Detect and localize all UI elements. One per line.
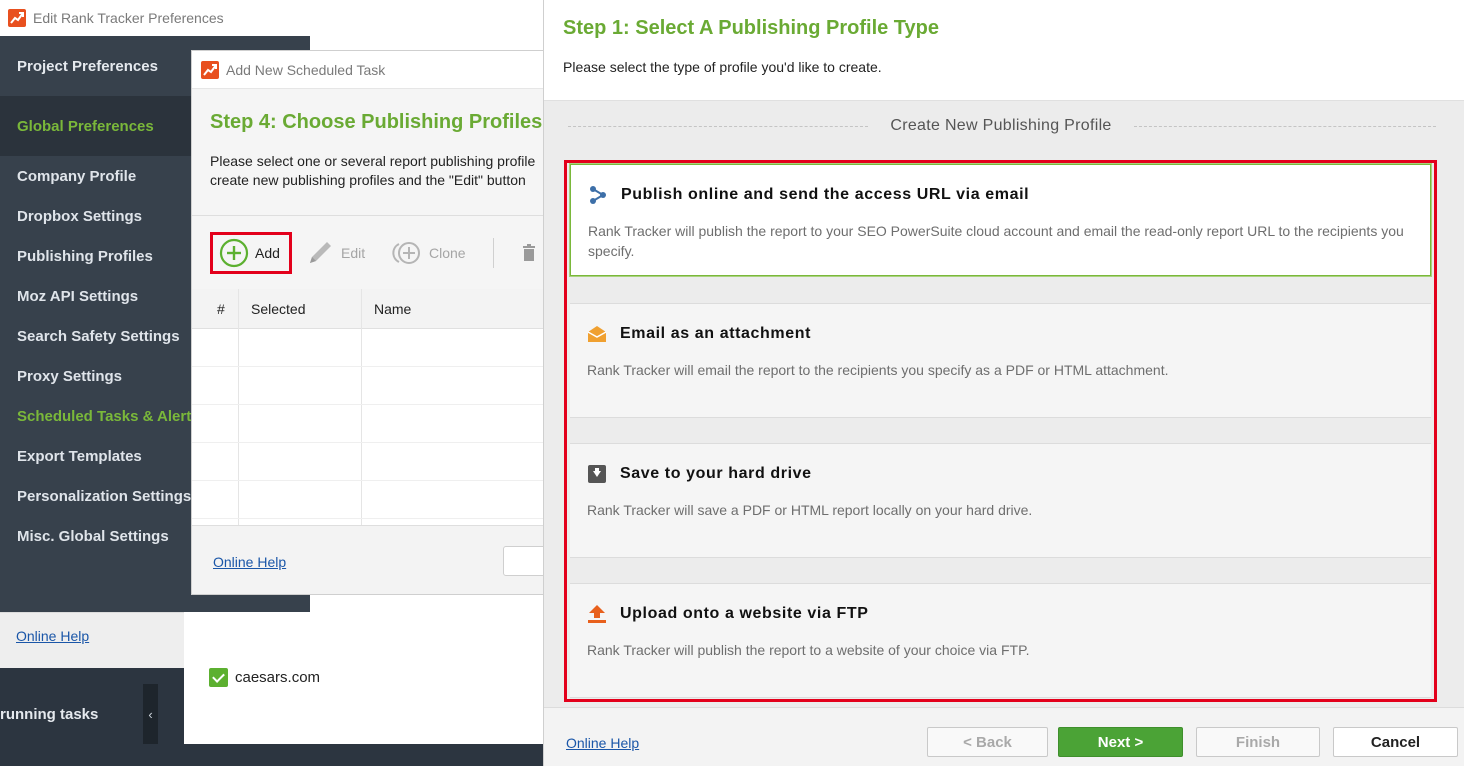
cancel-button[interactable]: Cancel (1333, 727, 1458, 757)
next-button[interactable]: Next > (1058, 727, 1183, 757)
column-header-selected[interactable]: Selected (251, 289, 305, 329)
delete-profile-button[interactable] (522, 244, 536, 267)
task-footer-button[interactable] (503, 546, 544, 576)
profiles-toolbar: Add Edit Clone (192, 215, 544, 289)
task-dialog-title: Add New Scheduled Task (226, 61, 386, 78)
share-icon (590, 186, 606, 204)
row-divider (192, 366, 544, 367)
domain-label: caesars.com (235, 669, 321, 686)
add-button-label: Add (255, 245, 280, 261)
column-header-number[interactable]: # (217, 289, 225, 329)
option-title: Upload onto a website via FTP (620, 605, 869, 622)
task-description-line: Please select one or several report publ… (210, 153, 536, 169)
add-profile-button[interactable]: Add (219, 238, 280, 268)
task-description-line: create new publishing profiles and the "… (210, 172, 526, 188)
profile-step-description: Please select the type of profile you'd … (563, 59, 882, 75)
publishing-profile-type-dialog: Step 1: Select A Publishing Profile Type… (543, 0, 1464, 766)
edit-button-label: Edit (341, 245, 366, 261)
running-tasks-label: running tasks (0, 706, 99, 723)
option-publish-online[interactable]: Publish online and send the access URL v… (570, 164, 1431, 276)
option-save-hard-drive[interactable]: Save to your hard drive Rank Tracker wil… (570, 443, 1431, 558)
option-title: Save to your hard drive (620, 465, 812, 482)
option-description: Rank Tracker will email the report to th… (587, 362, 1169, 378)
checkbox-checked-icon[interactable] (209, 668, 228, 687)
row-divider (192, 480, 544, 481)
back-button[interactable]: < Back (927, 727, 1048, 757)
profile-online-help-link[interactable]: Online Help (566, 735, 639, 751)
task-step-description: Please select one or several report publ… (210, 152, 544, 190)
list-item[interactable]: caesars.com (209, 668, 320, 687)
clone-profile-button[interactable]: Clone (391, 238, 466, 268)
profile-dialog-header: Step 1: Select A Publishing Profile Type… (544, 0, 1464, 101)
option-description: Rank Tracker will publish the report to … (588, 223, 1404, 259)
trash-icon (523, 244, 535, 261)
option-title: Email as an attachment (620, 325, 812, 342)
option-upload-ftp[interactable]: Upload onto a website via FTP Rank Track… (570, 583, 1431, 698)
envelope-icon (587, 326, 607, 342)
toolbar-divider (493, 238, 494, 268)
rank-tracker-logo-icon (8, 9, 26, 27)
preferences-window-title: Edit Rank Tracker Preferences (33, 10, 224, 26)
preferences-online-help-link[interactable]: Online Help (16, 628, 89, 644)
finish-button[interactable]: Finish (1196, 727, 1320, 757)
column-divider (361, 289, 362, 525)
section-divider: Create New Publishing Profile (544, 117, 1464, 137)
profile-step-title: Step 1: Select A Publishing Profile Type (563, 17, 939, 39)
clone-button-label: Clone (429, 245, 466, 261)
edit-profile-button[interactable]: Edit (305, 238, 365, 268)
preferences-titlebar: Edit Rank Tracker Preferences (0, 0, 545, 36)
row-divider (192, 518, 544, 519)
upload-icon (588, 605, 606, 623)
dashed-line (1134, 126, 1436, 127)
profile-options-highlight: Publish online and send the access URL v… (564, 160, 1437, 702)
option-description: Rank Tracker will save a PDF or HTML rep… (587, 502, 1033, 518)
task-step-title: Step 4: Choose Publishing Profiles (210, 111, 543, 133)
profile-dialog-footer: Online Help < Back Next > Finish Cancel (544, 707, 1464, 766)
row-divider (192, 404, 544, 405)
task-dialog-titlebar: Add New Scheduled Task (192, 51, 544, 89)
option-description: Rank Tracker will publish the report to … (587, 642, 1030, 658)
plus-circle-icon (219, 238, 249, 268)
table-header: # Selected Name (192, 289, 544, 329)
option-email-attachment[interactable]: Email as an attachment Rank Tracker will… (570, 303, 1431, 418)
row-divider (192, 442, 544, 443)
task-online-help-link[interactable]: Online Help (213, 554, 286, 570)
column-divider (238, 289, 239, 525)
add-scheduled-task-dialog: Add New Scheduled Task Step 4: Choose Pu… (191, 50, 545, 595)
publishing-profiles-table: # Selected Name (192, 289, 544, 525)
column-header-name[interactable]: Name (374, 289, 411, 329)
task-dialog-footer: Online Help (192, 525, 544, 594)
clone-icon (392, 242, 420, 264)
pencil-icon (310, 242, 331, 263)
option-title: Publish online and send the access URL v… (621, 186, 1030, 203)
hard-drive-icon (588, 465, 606, 483)
collapse-panel-button[interactable]: ‹ (143, 684, 158, 744)
rank-tracker-logo-icon (201, 60, 219, 79)
